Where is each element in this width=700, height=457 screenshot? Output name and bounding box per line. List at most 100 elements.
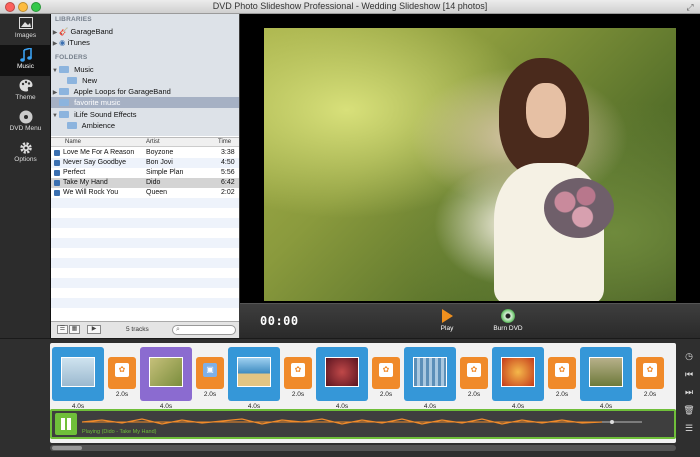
timeline-scrollbar[interactable] (50, 445, 676, 451)
tree-item-label: Music (74, 65, 94, 74)
play-button[interactable]: Play (425, 306, 469, 332)
transition-icon: ✿ (467, 363, 481, 377)
grid-view-button[interactable]: ▦ (69, 325, 80, 334)
transition-icon: ✿ (643, 363, 657, 377)
folders-header: FOLDERS (55, 54, 88, 61)
play-label: Play (440, 325, 454, 332)
track-artist: Dido (146, 179, 161, 186)
burn-dvd-label: Burn DVD (493, 325, 523, 332)
transition-tile[interactable]: ✿ 2.0s (108, 357, 136, 398)
app-window: DVD Photo Slideshow Professional - Weddi… (0, 0, 700, 457)
transition-tile[interactable]: ✿ 2.0s (636, 357, 664, 398)
slide-thumbnail[interactable]: 4.0s (492, 347, 544, 410)
transition-tile[interactable]: ✿ 2.0s (548, 357, 576, 398)
slide-thumbnail-selected[interactable]: 4.0s (140, 347, 192, 410)
disc-icon (0, 107, 51, 125)
nav-label: Music (17, 63, 34, 70)
skip-back-icon[interactable]: ⏮ (682, 367, 696, 381)
tree-item-ilife-sound-effects[interactable]: ▼ iLife Sound Effects (51, 109, 239, 120)
track-row-selected[interactable]: Take My Hand Dido 6:42 (51, 178, 239, 188)
slide-image (501, 357, 535, 387)
slide-thumbnail[interactable]: 4.0s (580, 347, 632, 410)
track-time: 3:38 (221, 149, 235, 156)
nav-item-images[interactable]: Images (0, 14, 51, 45)
nav-item-music[interactable]: Music (0, 45, 51, 76)
tree-item-garageband[interactable]: ▶ 🎸 GarageBand (51, 26, 239, 37)
tree-item-music[interactable]: ▼ Music (51, 64, 239, 75)
transition-duration: 2.0s (379, 391, 393, 398)
slide-thumbnail[interactable]: 4.0s (228, 347, 280, 410)
images-icon (0, 14, 51, 32)
transition-duration: 2.0s (291, 391, 305, 398)
tree-item-favorite-music[interactable]: favorite music (51, 97, 239, 108)
nav-label: Theme (15, 94, 36, 101)
skip-forward-icon[interactable]: ⏭ (682, 385, 696, 399)
slide-thumbnail[interactable]: 4.0s (404, 347, 456, 410)
clock-icon[interactable]: ◷ (682, 349, 696, 363)
slide-image (237, 357, 271, 387)
nav-item-options[interactable]: Options (0, 138, 51, 169)
search-icon: ⌕ (176, 326, 180, 333)
transition-duration: 2.0s (643, 391, 657, 398)
slide-thumbnail[interactable]: 4.0s (316, 347, 368, 410)
scrollbar-thumb[interactable] (52, 446, 82, 450)
tree-item-new[interactable]: New (51, 75, 239, 86)
browser-footer: ☰ ▦ ▶ 5 tracks ⌕ (51, 321, 239, 338)
column-header-name[interactable]: Name (65, 139, 81, 145)
photo-figure (544, 178, 614, 238)
nav-item-theme[interactable]: Theme (0, 76, 51, 107)
audio-track[interactable]: Playing (Dido - Take My Hand) (50, 409, 676, 439)
track-row[interactable]: Never Say Goodbye Bon Jovi 4:50 (51, 158, 239, 168)
tree-item-label: Ambience (81, 121, 116, 130)
empty-row (51, 258, 239, 268)
track-time: 6:42 (221, 179, 235, 186)
trash-icon[interactable]: 🗑 (682, 403, 696, 417)
slide-thumbnail[interactable]: 4.0s (52, 347, 104, 410)
timeline: 4.0s ✿ 2.0s 4.0s ▣ 2.0s 4.0s ✿ 2.0s 4.0s… (0, 338, 700, 457)
transition-tile[interactable]: ✿ 2.0s (372, 357, 400, 398)
preview-image (264, 28, 676, 301)
preview-track-button[interactable]: ▶ (87, 325, 101, 334)
tree-item-apple-loops[interactable]: ▶ Apple Loops for GarageBand (51, 86, 239, 97)
title-bar: DVD Photo Slideshow Professional - Weddi… (0, 0, 700, 14)
burn-dvd-button[interactable]: Burn DVD (486, 306, 530, 332)
track-name: We Will Rock You (63, 189, 119, 196)
track-list-header: Name Artist Time (51, 138, 239, 147)
window-title: DVD Photo Slideshow Professional - Weddi… (212, 1, 488, 11)
play-icon (441, 309, 453, 323)
music-file-icon (54, 190, 60, 196)
track-count: 5 tracks (126, 326, 149, 333)
fullscreen-icon[interactable]: ⤢ (685, 2, 695, 12)
tree-item-label: iLife Sound Effects (74, 110, 137, 119)
tree-item-ambience[interactable]: Ambience (51, 120, 239, 131)
disclosure-icon[interactable]: ▶ (51, 39, 59, 50)
slide-image (61, 357, 95, 387)
slide-image (589, 357, 623, 387)
music-file-icon (54, 160, 60, 166)
timeline-tools: ◷ ⏮ ⏭ 🗑 ☰ (679, 343, 700, 443)
track-artist: Queen (146, 189, 168, 196)
nav-label: Images (14, 32, 37, 39)
transition-tile[interactable]: ✿ 2.0s (460, 357, 488, 398)
list-icon[interactable]: ☰ (682, 421, 696, 435)
pause-audio-button[interactable] (55, 413, 77, 435)
column-header-time[interactable]: Time (218, 139, 231, 145)
empty-row (51, 238, 239, 248)
transition-duration: 2.0s (555, 391, 569, 398)
track-row[interactable]: Perfect Simple Plan 5:56 (51, 168, 239, 178)
nav-label: DVD Menu (9, 125, 42, 132)
preview-pane (240, 14, 700, 303)
transition-tile[interactable]: ✿ 2.0s (284, 357, 312, 398)
pause-icon (61, 418, 65, 430)
track-time: 4:50 (221, 159, 235, 166)
folder-icon (59, 88, 69, 95)
nav-item-dvd-menu[interactable]: DVD Menu (0, 107, 51, 138)
track-row[interactable]: Love Me For A Reason Boyzone 3:38 (51, 148, 239, 158)
tree-item-itunes[interactable]: ▶ ◉ iTunes (51, 37, 239, 48)
transition-tile[interactable]: ▣ 2.0s (196, 357, 224, 398)
column-header-artist[interactable]: Artist (146, 139, 160, 145)
media-browser: LIBRARIES ▶ 🎸 GarageBand ▶ ◉ iTunes FOLDER… (51, 14, 239, 338)
list-view-button[interactable]: ☰ (57, 325, 68, 334)
track-row[interactable]: We Will Rock You Queen 2:02 (51, 188, 239, 198)
search-input[interactable]: ⌕ (172, 325, 236, 335)
